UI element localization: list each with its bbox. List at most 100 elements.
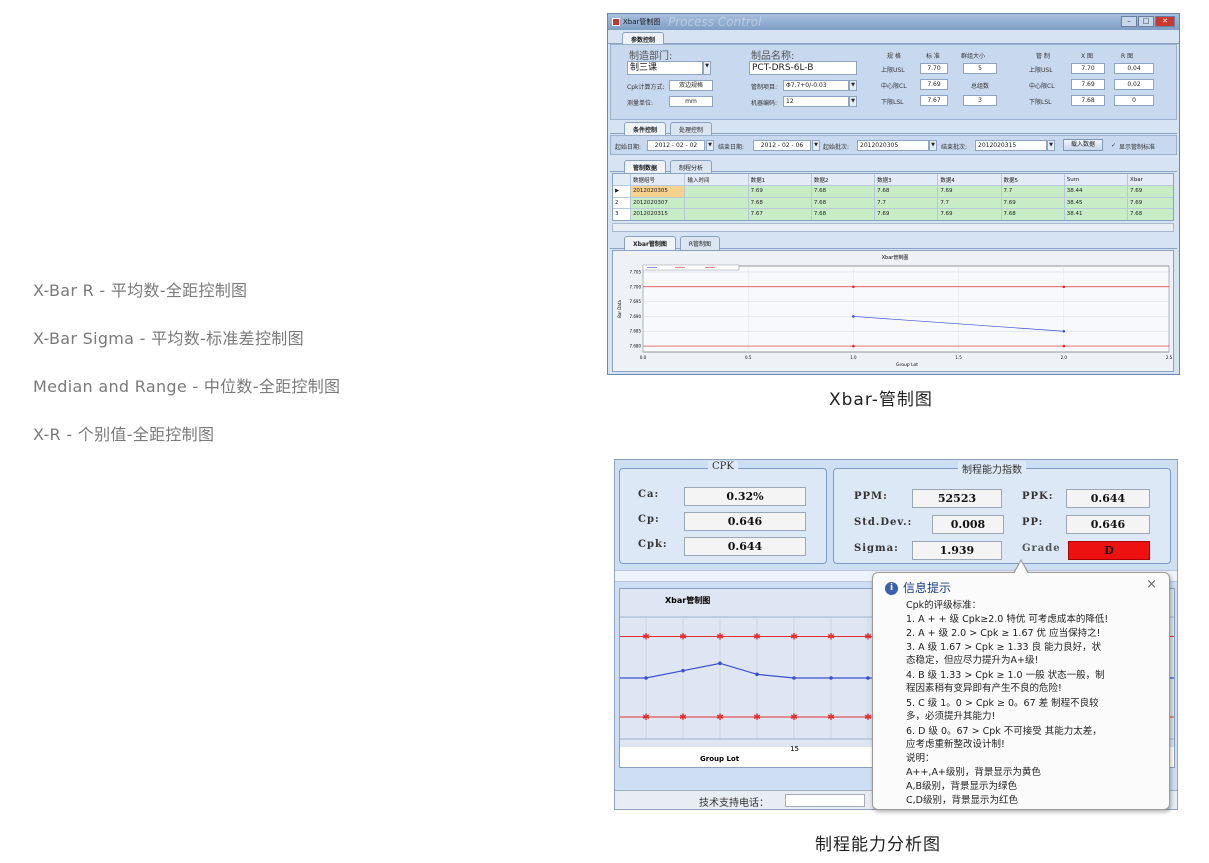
table-cell[interactable]: 2012020315 [630, 208, 686, 220]
pp-label: PP: [1022, 517, 1044, 528]
table-cell[interactable]: 7.69 [1001, 197, 1065, 209]
table-row[interactable]: ▶ 2012020305 7.69 7.68 7.68 7.69 7.7 38.… [613, 185, 1173, 198]
limit-marker: ✱ [864, 713, 872, 723]
chevron-down-icon[interactable]: ▼ [812, 140, 820, 151]
table-cell[interactable]: 7.69 [937, 185, 1002, 198]
start-date-picker[interactable]: 2012 - 02 - 02 [647, 140, 705, 151]
table-cell[interactable]: 7.7 [874, 197, 939, 209]
limit-marker: ✱ [864, 633, 872, 643]
x-tick-label: 1.0 [850, 355, 857, 360]
tab-xbar-chart[interactable]: Xbar管制图 [624, 236, 676, 250]
limit-marker: ✱ [827, 713, 835, 723]
row-selector[interactable]: 3 [613, 208, 631, 220]
usl-value[interactable]: 7.70 [920, 63, 948, 74]
table-cell[interactable]: 7.69 [874, 208, 939, 220]
table-cell[interactable]: 7.68 [748, 197, 812, 209]
chevron-down-icon[interactable]: ▼ [703, 61, 711, 75]
chevron-down-icon[interactable]: ▼ [849, 96, 857, 107]
table-cell[interactable]: 7.69 [1127, 185, 1173, 198]
x-lcl-label: 下限LSL [1029, 99, 1052, 106]
ctrl-item-select[interactable]: Φ7.7+0/-0.03 [783, 80, 849, 91]
table-cell[interactable]: 7.68 [811, 185, 876, 198]
chevron-down-icon[interactable]: ▼ [849, 80, 857, 91]
x-tick-label: 0.5 [745, 355, 752, 360]
table-cell[interactable]: 7.68 [874, 185, 939, 198]
unit-label: 测量单位: [627, 100, 654, 107]
std-dev-label: Std.Dev.: [854, 517, 913, 528]
table-cell[interactable] [684, 197, 749, 209]
maximize-button[interactable]: □ [1138, 16, 1154, 27]
table-cell[interactable]: 7.69 [748, 185, 812, 198]
table-cell[interactable]: 7.68 [811, 208, 876, 220]
tab-r-chart[interactable]: R管制图 [679, 236, 721, 250]
table-cell[interactable] [684, 208, 749, 220]
tab-process-control[interactable]: 处理控制 [669, 122, 712, 136]
table-cell[interactable]: 7.68 [811, 197, 876, 209]
load-data-button[interactable]: 载入数据 [1063, 139, 1103, 151]
minimize-button[interactable]: – [1121, 16, 1137, 27]
chevron-down-icon[interactable]: ▼ [706, 140, 714, 151]
group-count-value[interactable]: 3 [963, 95, 997, 106]
close-icon[interactable]: × [1146, 577, 1157, 592]
column-header[interactable]: Sum [1064, 174, 1128, 186]
machine-select[interactable]: 12 [783, 96, 849, 107]
data-panel: 管制数据 制程分析 数据组号 输入时间 数据1 数据2 数据3 数据4 数据5 … [610, 160, 1177, 248]
checkbox-icon[interactable]: ✓ [1111, 142, 1116, 149]
row-selector[interactable]: ▶ [613, 185, 631, 198]
end-batch-select[interactable]: 2012020315 [975, 140, 1047, 151]
x-cl-value[interactable]: 7.69 [1071, 79, 1105, 90]
table-cell[interactable]: 2012020307 [630, 197, 686, 209]
support-phone-field [785, 794, 865, 807]
x-lcl-value[interactable]: 7.68 [1071, 95, 1105, 106]
tab-condition-control[interactable]: 条件控制 [624, 122, 667, 136]
table-row[interactable]: 2 2012020307 7.68 7.68 7.7 7.7 7.69 38.4… [613, 197, 1173, 209]
table-cell[interactable]: 7.7 [937, 197, 1002, 209]
close-button[interactable]: ✕ [1155, 16, 1175, 27]
column-header[interactable]: 数据5 [1001, 174, 1065, 186]
column-header[interactable]: 数据组号 [630, 174, 686, 186]
product-input[interactable]: PCT-DRS-6L-B [749, 61, 857, 75]
table-cell[interactable]: 38.44 [1064, 185, 1128, 198]
tab-control-data[interactable]: 管制数据 [624, 160, 667, 174]
column-header[interactable]: 数据1 [748, 174, 812, 186]
table-cell[interactable]: 38.45 [1064, 197, 1128, 209]
chart-type-list: X-Bar R - 平均数-全距控制图 X-Bar Sigma - 平均数-标准… [33, 278, 340, 470]
end-date-picker[interactable]: 2012 - 02 - 06 [753, 140, 811, 151]
table-row[interactable]: 3 2012020315 7.67 7.68 7.69 7.69 7.68 38… [613, 208, 1173, 220]
mfg-dept-select[interactable]: 制三课 [627, 61, 703, 75]
x-cl-label: 中心限CL [1029, 83, 1055, 90]
tooltip-line: 2. A + 级 2.0 > Cpk ≥ 1.67 优 应当保持之! [906, 628, 1101, 639]
group-size-value[interactable]: 5 [963, 63, 997, 74]
r-cl-value[interactable]: 0.02 [1114, 79, 1154, 90]
table-cell[interactable]: 2012020305 [630, 185, 686, 198]
column-header[interactable]: 数据4 [937, 174, 1002, 186]
column-header[interactable]: 数据3 [874, 174, 939, 186]
table-cell[interactable]: 7.69 [937, 208, 1002, 220]
table-cell[interactable]: 38.41 [1064, 208, 1128, 220]
table-cell[interactable]: 7.68 [1127, 208, 1173, 220]
data-point [792, 676, 796, 680]
table-cell[interactable]: 7.69 [1127, 197, 1173, 209]
cpk-method-select[interactable]: 双边规格 [669, 80, 713, 91]
start-batch-select[interactable]: 2012020305 [857, 140, 929, 151]
mfg-dept-label: 制造部门: [629, 51, 673, 62]
column-header[interactable]: 数据2 [811, 174, 876, 186]
tab-process-analysis[interactable]: 制程分析 [669, 160, 712, 174]
r-lcl-value[interactable]: 0 [1114, 95, 1154, 106]
chevron-down-icon[interactable]: ▼ [929, 140, 937, 151]
column-header[interactable]: 输入时间 [684, 174, 749, 186]
table-cell[interactable]: 7.67 [748, 208, 812, 220]
row-selector[interactable]: 2 [613, 197, 631, 209]
r-ucl-value[interactable]: 0.04 [1114, 63, 1154, 74]
x-ucl-value[interactable]: 7.70 [1071, 63, 1105, 74]
table-cell[interactable] [684, 185, 749, 198]
lsl-value[interactable]: 7.67 [920, 95, 948, 106]
horizontal-scrollbar[interactable] [612, 223, 1174, 232]
cl-value[interactable]: 7.69 [920, 79, 948, 90]
column-header[interactable]: Xbar [1127, 174, 1173, 186]
column-header[interactable] [613, 174, 631, 186]
table-cell[interactable]: 7.68 [1001, 208, 1065, 220]
table-cell[interactable]: 7.7 [1001, 185, 1065, 198]
chevron-down-icon[interactable]: ▼ [1047, 140, 1055, 151]
unit-input[interactable]: mm [669, 96, 713, 107]
